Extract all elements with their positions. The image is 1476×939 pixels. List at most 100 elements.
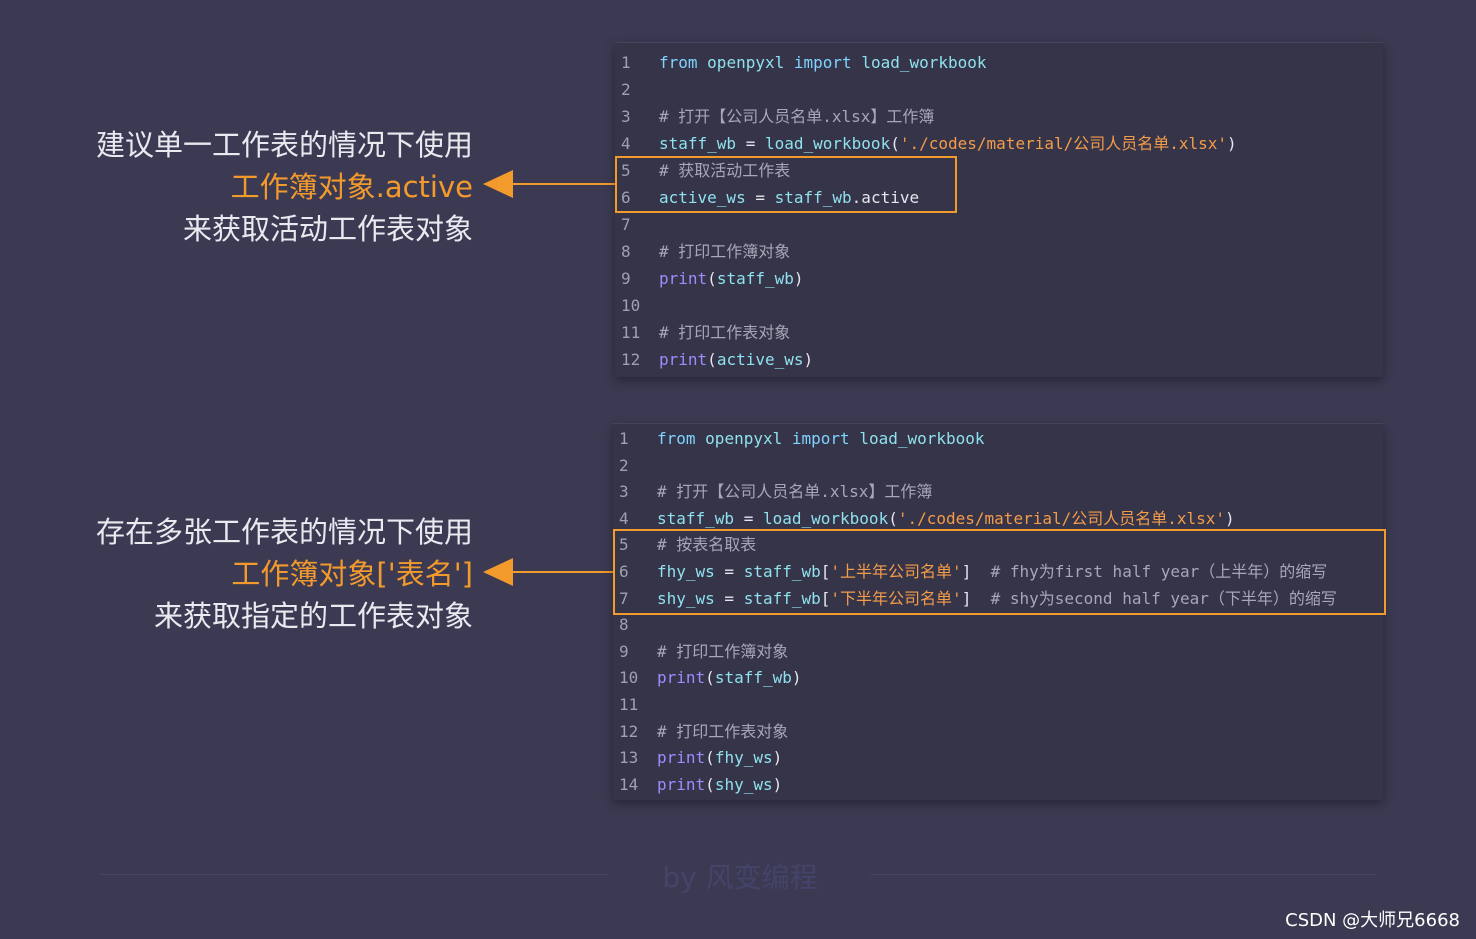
line-number: 2 — [619, 455, 629, 475]
code-token: ( — [890, 134, 900, 153]
code-token: staff_wb — [716, 269, 794, 288]
annotation-active-line1: 建议单一工作表的情况下使用 — [95, 128, 473, 162]
code-token: = — [734, 508, 763, 528]
code-active-line: 2 — [615, 76, 1383, 103]
code-token: load_workbook — [859, 429, 985, 448]
highlight-box-by-name — [613, 529, 1386, 615]
code-active-line: 4 staff_wb = load_workbook('./codes/mater… — [615, 130, 1383, 157]
line-number: 9 — [619, 641, 629, 661]
code-active-line: 9 print(staff_wb) — [615, 265, 1383, 292]
line-number: 1 — [619, 429, 629, 448]
annotation-by-name-line3: 来获取指定的工作表对象 — [153, 599, 473, 633]
code-token: openpyxl — [705, 429, 783, 448]
code-token: # 打开【公司人员名单.xlsx】工作簿 — [659, 107, 935, 126]
code-token: ( — [705, 774, 715, 794]
line-number: 4 — [621, 134, 631, 153]
highlight-box-active — [615, 156, 957, 213]
code-token: ) — [1225, 508, 1235, 528]
code-token: active_ws — [716, 350, 804, 369]
code-token: = — [736, 134, 765, 153]
code-by-name-line: 8 — [613, 611, 1383, 638]
code-token: ( — [705, 748, 715, 768]
annotation-active: 建议单一工作表的情况下使用 工作簿对象.active 来获取活动工作表对象 — [96, 124, 473, 250]
code-token: load_workbook — [762, 508, 889, 528]
code-token: # 打印工作表对象 — [657, 721, 789, 741]
code-by-name-line: 3 # 打开【公司人员名单.xlsx】工作簿 — [613, 478, 1383, 505]
line-number: 9 — [621, 269, 631, 288]
line-number: 1 — [621, 53, 631, 72]
code-active-line: 8 # 打印工作簿对象 — [615, 238, 1383, 265]
code-by-name-line: 11 — [613, 691, 1383, 718]
line-number: 2 — [621, 80, 631, 99]
code-token: from — [659, 53, 698, 72]
code-token: # 打开【公司人员名单.xlsx】工作簿 — [657, 482, 933, 502]
code-token: staff_wb — [657, 508, 735, 528]
code-token: staff_wb — [659, 134, 737, 153]
code-text: # 打开【公司人员名单.xlsx】工作簿 — [659, 103, 934, 130]
line-number: 14 — [619, 774, 639, 794]
code-token: import — [791, 429, 850, 448]
line-number: 11 — [621, 323, 641, 342]
code-token: print — [657, 668, 706, 688]
code-token: # 打印工作簿对象 — [659, 242, 791, 261]
code-text: print(staff_wb) — [659, 265, 804, 292]
code-token: './codes/material/公司人员名单.xlsx' — [899, 134, 1228, 153]
code-token: openpyxl — [707, 53, 785, 72]
code-token: from — [657, 429, 696, 448]
code-token: ) — [803, 350, 814, 369]
code-token: ) — [772, 774, 783, 794]
annotation-active-highlight: 工作簿对象.active — [230, 170, 473, 204]
code-token: ) — [1227, 134, 1237, 153]
code-token: print — [659, 350, 708, 369]
line-number: 11 — [619, 695, 639, 714]
code-active-line: 1 from openpyxl import load_workbook — [615, 49, 1383, 76]
code-token: ) — [772, 748, 783, 768]
csdn-watermark: CSDN @大师兄6668 — [1285, 910, 1460, 931]
code-by-name-line: 13 print(fhy_ws) — [613, 744, 1383, 771]
arrow-line-active — [505, 183, 615, 185]
arrow-line-by-name — [505, 571, 615, 573]
line-number: 12 — [619, 721, 639, 741]
code-active-line: 7 — [615, 211, 1383, 238]
footer-signature: by 风变编程 — [662, 861, 818, 894]
line-number: 3 — [619, 482, 629, 502]
code-text: # 打开【公司人员名单.xlsx】工作簿 — [657, 478, 932, 505]
code-token: ( — [888, 508, 898, 528]
code-token: ) — [793, 269, 804, 288]
code-text: # 打印工作簿对象 — [659, 238, 790, 265]
code-token: './codes/material/公司人员名单.xlsx' — [897, 508, 1226, 528]
line-number: 10 — [621, 296, 641, 315]
code-by-name-line: 2 — [613, 452, 1383, 479]
code-text: from openpyxl import load_workbook — [659, 49, 987, 76]
code-token: shy_ws — [714, 774, 773, 794]
code-active-line: 12 print(active_ws) — [615, 346, 1383, 373]
code-token: print — [659, 269, 708, 288]
footer-rule-right — [870, 874, 1376, 875]
code-by-name-line: 1 from openpyxl import load_workbook — [613, 425, 1383, 452]
line-number: 7 — [621, 215, 631, 234]
code-token: ( — [705, 668, 715, 688]
code-text: print(staff_wb) — [657, 664, 802, 691]
footer-rule-left — [100, 874, 608, 875]
annotation-active-line3: 来获取活动工作表对象 — [182, 212, 473, 246]
annotation-by-name-highlight: 工作簿对象['表名'] — [231, 557, 473, 591]
code-token: load_workbook — [861, 53, 987, 72]
code-token: print — [657, 774, 706, 794]
line-number: 8 — [621, 242, 631, 261]
code-text: print(fhy_ws) — [657, 744, 782, 771]
code-text: print(active_ws) — [659, 346, 813, 373]
annotation-by-name-line1: 存在多张工作表的情况下使用 — [95, 515, 473, 549]
code-by-name-line: 10 print(staff_wb) — [613, 664, 1383, 691]
code-by-name-line: 9 # 打印工作簿对象 — [613, 638, 1383, 665]
code-token: ( — [707, 350, 717, 369]
code-token: import — [793, 53, 852, 72]
code-text: # 打印工作表对象 — [659, 319, 790, 346]
code-active-line: 11 # 打印工作表对象 — [615, 319, 1383, 346]
code-token: # 打印工作簿对象 — [657, 641, 789, 661]
code-active-line: 10 — [615, 292, 1383, 319]
